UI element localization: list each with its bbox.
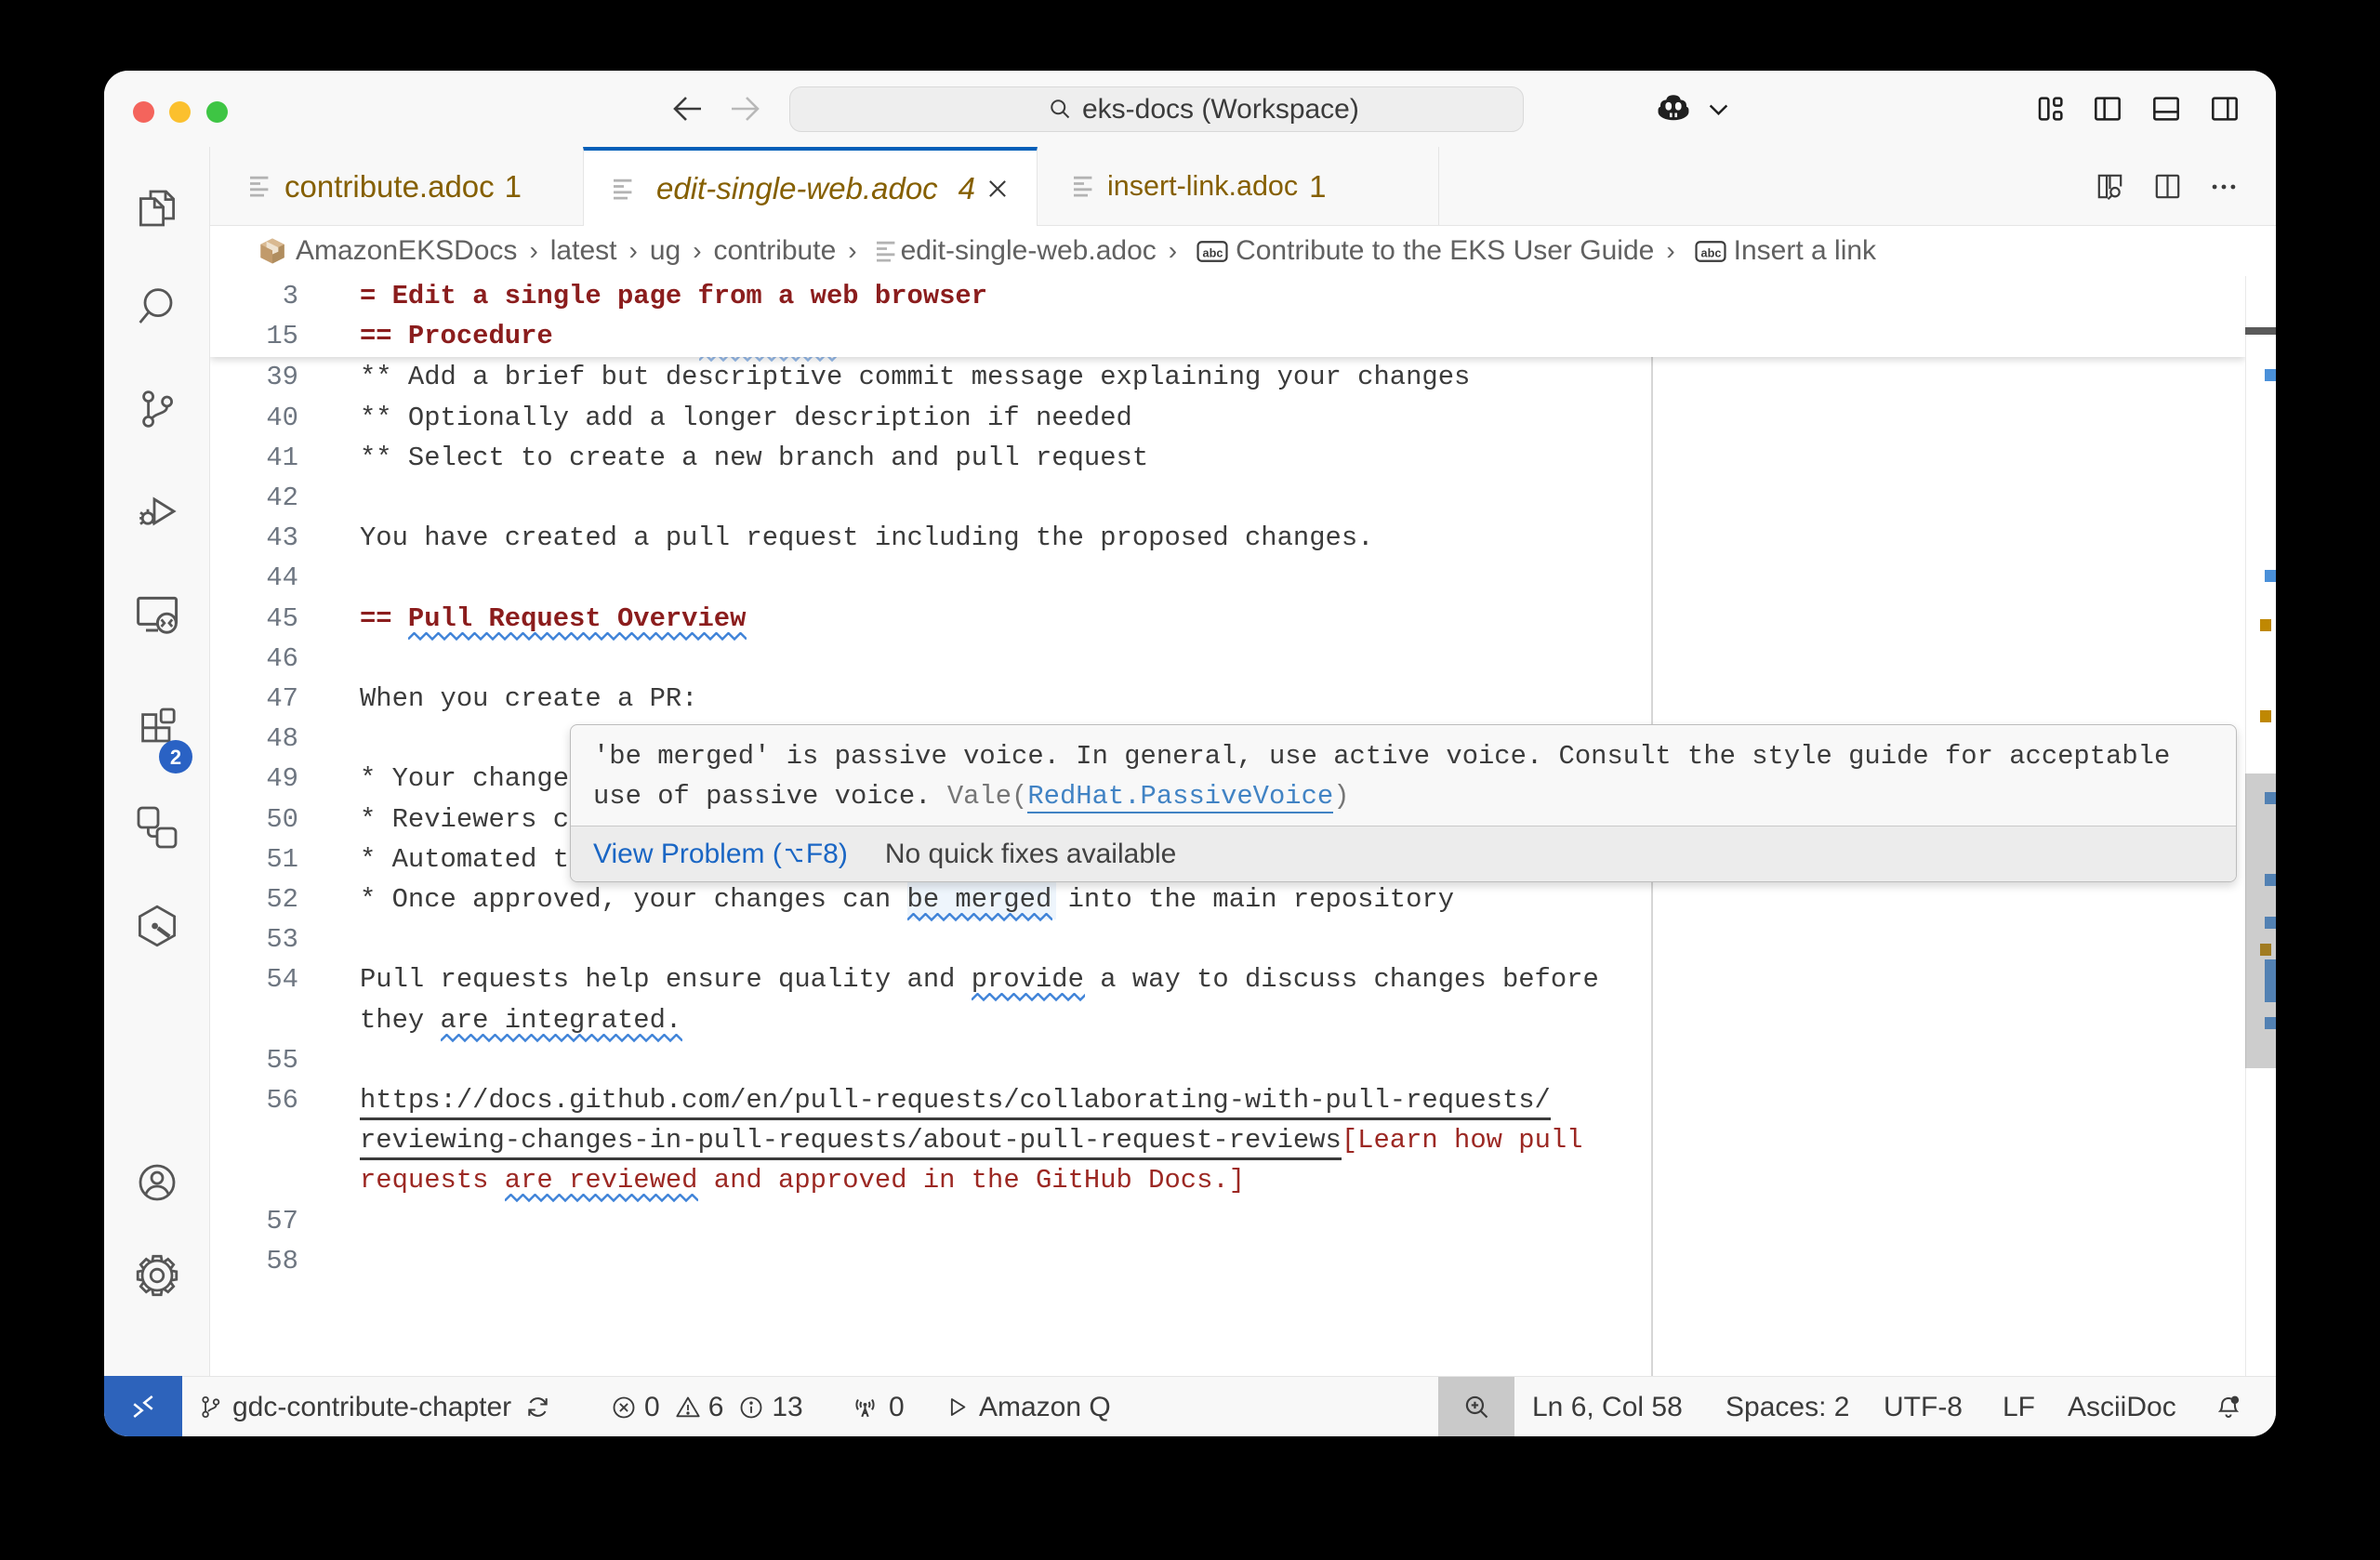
svg-text:abc: abc [1203,246,1223,259]
svg-text:2: 2 [170,746,181,769]
svg-text:abc: abc [1700,246,1721,259]
